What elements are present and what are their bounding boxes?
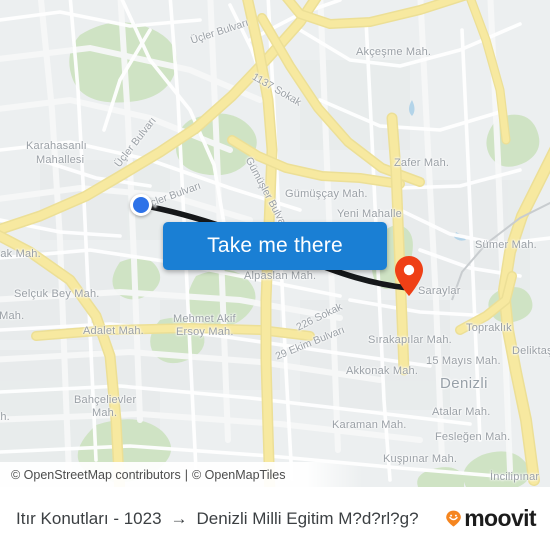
take-me-there-button[interactable]: Take me there bbox=[163, 222, 387, 270]
destination-marker[interactable] bbox=[394, 255, 424, 297]
moovit-pin-icon bbox=[445, 510, 462, 527]
moovit-trip-map-screen: .rmaj { stroke:#f7e9a0; fill:none; strok… bbox=[0, 0, 550, 550]
origin-marker[interactable] bbox=[130, 194, 152, 216]
route-summary: Itır Konutları - 1023 → Denizli Milli Eg… bbox=[16, 509, 445, 529]
moovit-wordmark: moovit bbox=[464, 505, 536, 531]
map-canvas[interactable]: .rmaj { stroke:#f7e9a0; fill:none; strok… bbox=[0, 0, 550, 487]
moovit-logo[interactable]: moovit bbox=[445, 505, 537, 532]
trip-summary-bar: Itır Konutları - 1023 → Denizli Milli Eg… bbox=[0, 487, 550, 550]
origin-label: Itır Konutları - 1023 bbox=[16, 508, 162, 528]
destination-label: Denizli Milli Egitim M?d?rl?g? bbox=[196, 508, 419, 528]
arrow-right-icon: → bbox=[170, 508, 188, 528]
